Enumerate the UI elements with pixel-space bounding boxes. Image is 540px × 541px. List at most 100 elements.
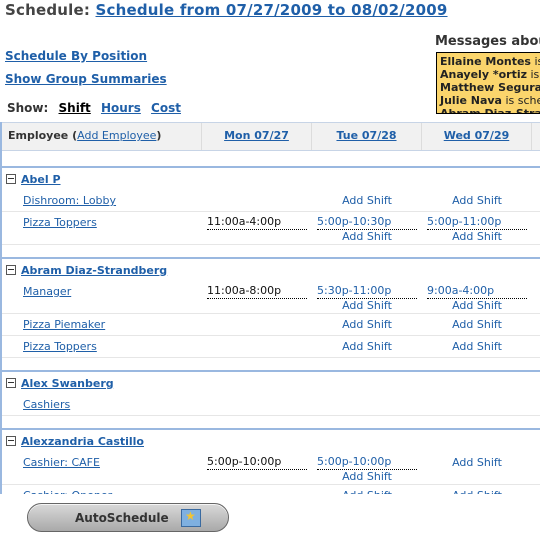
position-row: Cashiers	[2, 394, 540, 416]
header-spacer	[2, 151, 540, 168]
show-group-summaries-link[interactable]: Show Group Summaries	[5, 72, 167, 86]
shift-entry[interactable]: 5:00p-11:00p	[427, 215, 527, 230]
shift-entry[interactable]: 5:30p-11:00p	[317, 284, 417, 299]
collapse-icon[interactable]	[6, 378, 16, 388]
show-label: Show:	[7, 101, 49, 115]
day-cell: Add Shift	[312, 485, 422, 494]
position-cell: Manager	[2, 281, 202, 313]
day-header-wed: Wed 07/29	[422, 123, 532, 150]
collapse-icon[interactable]	[6, 265, 16, 275]
position-link[interactable]: Cashier: Opener	[23, 489, 112, 494]
message-item[interactable]: Abram Diaz-Stran	[440, 107, 540, 113]
message-item[interactable]: Anayely *ortiz is s	[440, 68, 540, 81]
position-row: Manager 11:00a-8:00p 5:30p-11:00p Add Shift…	[2, 281, 540, 314]
day-cell: Add Shift	[422, 452, 532, 484]
autoschedule-button[interactable]: AutoSchedule	[27, 503, 229, 532]
shift-entry[interactable]: 11:00a-4:00p	[207, 215, 307, 230]
message-text: is sched	[505, 94, 540, 107]
position-cell: Cashier: Opener	[2, 485, 202, 494]
position-cell: Pizza Toppers	[2, 212, 202, 244]
position-link[interactable]: Pizza Piemaker	[23, 318, 105, 331]
shift-entry[interactable]: 5:00p-10:00p	[317, 455, 417, 470]
message-employee-name: Julie Nava	[440, 94, 502, 107]
show-hours-option[interactable]: Hours	[101, 101, 141, 115]
add-shift-link[interactable]: Add Shift	[427, 336, 527, 357]
show-cost-option[interactable]: Cost	[151, 101, 181, 115]
day-cell: 5:00p-10:00p	[202, 452, 312, 484]
position-link[interactable]: Cashiers	[23, 398, 70, 411]
day-cell	[202, 485, 312, 494]
message-item[interactable]: Matthew Segura is	[440, 81, 540, 94]
add-shift-link[interactable]: Add Shift	[317, 230, 417, 244]
position-link[interactable]: Cashier: CAFE	[23, 456, 100, 469]
message-employee-name: Anayely *ortiz	[440, 68, 527, 81]
employee-group-header: Abram Diaz-Strandberg	[2, 259, 540, 281]
employee-group-header: Abel P	[2, 168, 540, 190]
day-cell	[202, 314, 312, 335]
add-shift-link[interactable]: Add Shift	[317, 314, 417, 335]
title-label: Schedule:	[5, 1, 91, 19]
add-shift-link[interactable]: Add Shift	[317, 190, 417, 211]
day-cell: Add Shift	[422, 314, 532, 335]
employee-groups: Abel P Dishroom: Lobby Add Shift Add Shift P…	[2, 168, 540, 494]
day-cell	[202, 394, 312, 415]
message-item[interactable]: Ellaine Montes is s	[440, 55, 540, 68]
position-link[interactable]: Manager	[23, 285, 71, 298]
employee-group-header: Alex Swanberg	[2, 372, 540, 394]
position-link[interactable]: Pizza Toppers	[23, 340, 97, 353]
show-shift-option[interactable]: Shift	[59, 101, 91, 115]
employee-group: Abram Diaz-Strandberg Manager 11:00a-8:00p…	[2, 259, 540, 372]
employee-group: Abel P Dishroom: Lobby Add Shift Add Shift P…	[2, 168, 540, 259]
page-title: Schedule: Schedule from 07/27/2009 to 08…	[5, 1, 448, 19]
grid-header: Employee (Add Employee) Mon 07/27 Tue 07…	[2, 122, 540, 151]
day-header-mon: Mon 07/27	[202, 123, 312, 150]
message-employee-name: Ellaine Montes	[440, 55, 531, 68]
add-shift-link[interactable]: Add Shift	[427, 299, 527, 313]
position-cell: Pizza Toppers	[2, 336, 202, 357]
position-link[interactable]: Dishroom: Lobby	[23, 194, 116, 207]
message-item[interactable]: Julie Nava is sched	[440, 94, 540, 107]
collapse-icon[interactable]	[6, 174, 16, 184]
employee-name-link[interactable]: Abram Diaz-Strandberg	[21, 264, 167, 277]
add-shift-link[interactable]: Add Shift	[317, 299, 417, 313]
position-row: Cashier: CAFE 5:00p-10:00p 5:00p-10:00p Add…	[2, 452, 540, 485]
day-cell: 11:00a-8:00p	[202, 281, 312, 313]
messages-title: Messages about	[435, 34, 540, 49]
shift-entry[interactable]: 9:00a-4:00p	[427, 284, 527, 299]
employee-name-link[interactable]: Alex Swanberg	[21, 377, 114, 390]
day-cell	[202, 190, 312, 211]
add-shift-link[interactable]: Add Shift	[427, 485, 527, 494]
day-cell: 5:00p-10:30p Add Shift	[312, 212, 422, 244]
position-cell: Dishroom: Lobby	[2, 190, 202, 211]
schedule-range-link[interactable]: Schedule from 07/27/2009 to 08/02/2009	[96, 1, 448, 19]
add-employee-link[interactable]: Add Employee	[77, 129, 156, 142]
shift-entry[interactable]: 5:00p-10:30p	[317, 215, 417, 230]
day-cell	[422, 394, 532, 415]
shift-entry[interactable]: 11:00a-8:00p	[207, 284, 307, 299]
add-shift-link[interactable]: Add Shift	[317, 336, 417, 357]
add-shift-link[interactable]: Add Shift	[427, 314, 527, 335]
position-row: Pizza Toppers 11:00a-4:00p 5:00p-10:30p Add…	[2, 212, 540, 245]
add-shift-link[interactable]: Add Shift	[427, 230, 527, 244]
day-link-tue[interactable]: Tue 07/28	[336, 129, 396, 142]
shift-entry[interactable]: 5:00p-10:00p	[207, 455, 307, 470]
message-text: is s	[534, 55, 540, 68]
message-text: is s	[530, 68, 540, 81]
day-cell: Add Shift	[422, 485, 532, 494]
position-row: Pizza Toppers Add Shift Add Shift	[2, 336, 540, 358]
messages-box[interactable]: Ellaine Montes is sAnayely *ortiz is sMa…	[436, 52, 540, 114]
day-link-mon[interactable]: Mon 07/27	[224, 129, 289, 142]
employee-name-link[interactable]: Alexzandria Castillo	[21, 435, 144, 448]
employee-name-link[interactable]: Abel P	[21, 173, 61, 186]
add-shift-link[interactable]: Add Shift	[317, 470, 417, 484]
message-employee-name: Matthew Segura	[440, 81, 540, 94]
collapse-icon[interactable]	[6, 436, 16, 446]
position-link[interactable]: Pizza Toppers	[23, 216, 97, 229]
show-toggle: Show: Shift Hours Cost	[7, 101, 187, 115]
schedule-by-position-link[interactable]: Schedule By Position	[5, 49, 167, 63]
day-link-wed[interactable]: Wed 07/29	[444, 129, 510, 142]
add-shift-link[interactable]: Add Shift	[427, 190, 527, 211]
autoschedule-label: AutoSchedule	[75, 510, 169, 525]
add-shift-link[interactable]: Add Shift	[317, 485, 417, 494]
add-shift-link[interactable]: Add Shift	[427, 452, 527, 473]
